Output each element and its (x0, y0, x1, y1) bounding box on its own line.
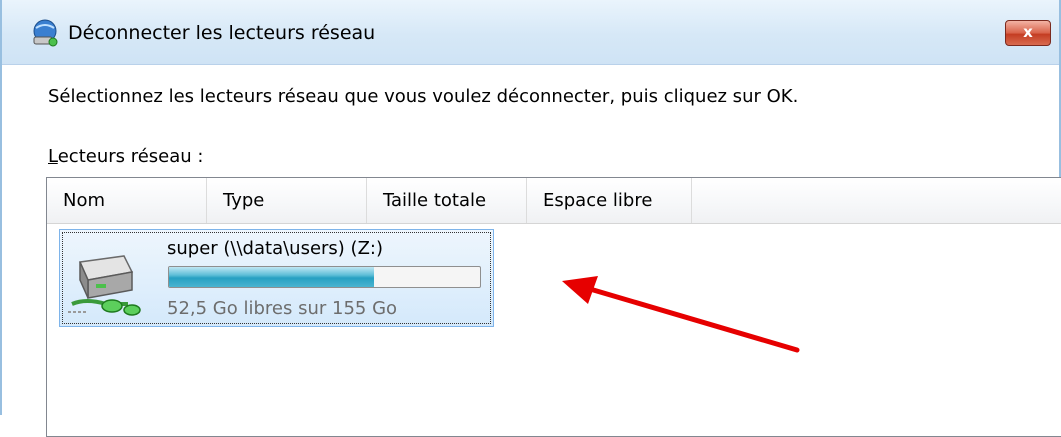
network-drive-icon (33, 19, 58, 47)
list-label-text: ecteurs réseau : (57, 146, 204, 167)
window-title: Déconnecter les lecteurs réseau (68, 22, 376, 44)
usage-progress-bar (168, 266, 481, 288)
column-header-name[interactable]: Nom (47, 178, 207, 223)
close-button[interactable]: x (1005, 20, 1051, 46)
list-label-accelerator: L (48, 146, 58, 167)
title-bar[interactable]: Déconnecter les lecteurs réseau x (2, 0, 1059, 65)
drives-listview[interactable]: Nom Type Taille totale Espace libre supe… (46, 177, 1061, 437)
instruction-text: Sélectionnez les lecteurs réseau que vou… (48, 86, 799, 107)
drive-item[interactable]: super (\\data\users) (Z:) 52,5 Go libres… (59, 229, 494, 327)
column-header-type[interactable]: Type (207, 178, 367, 223)
usage-progress-fill (169, 267, 375, 287)
drive-name: super (\\data\users) (Z:) (167, 238, 383, 259)
dialog-window: Déconnecter les lecteurs réseau x Sélect… (0, 0, 1061, 437)
column-header-free-space[interactable]: Espace libre (527, 178, 692, 223)
column-header-row: Nom Type Taille totale Espace libre (47, 178, 1061, 224)
free-space-text: 52,5 Go libres sur 155 Go (167, 298, 398, 319)
network-drive-icon (68, 255, 141, 316)
list-label: Lecteurs réseau : (48, 144, 204, 170)
column-header-total-size[interactable]: Taille totale (367, 178, 527, 223)
